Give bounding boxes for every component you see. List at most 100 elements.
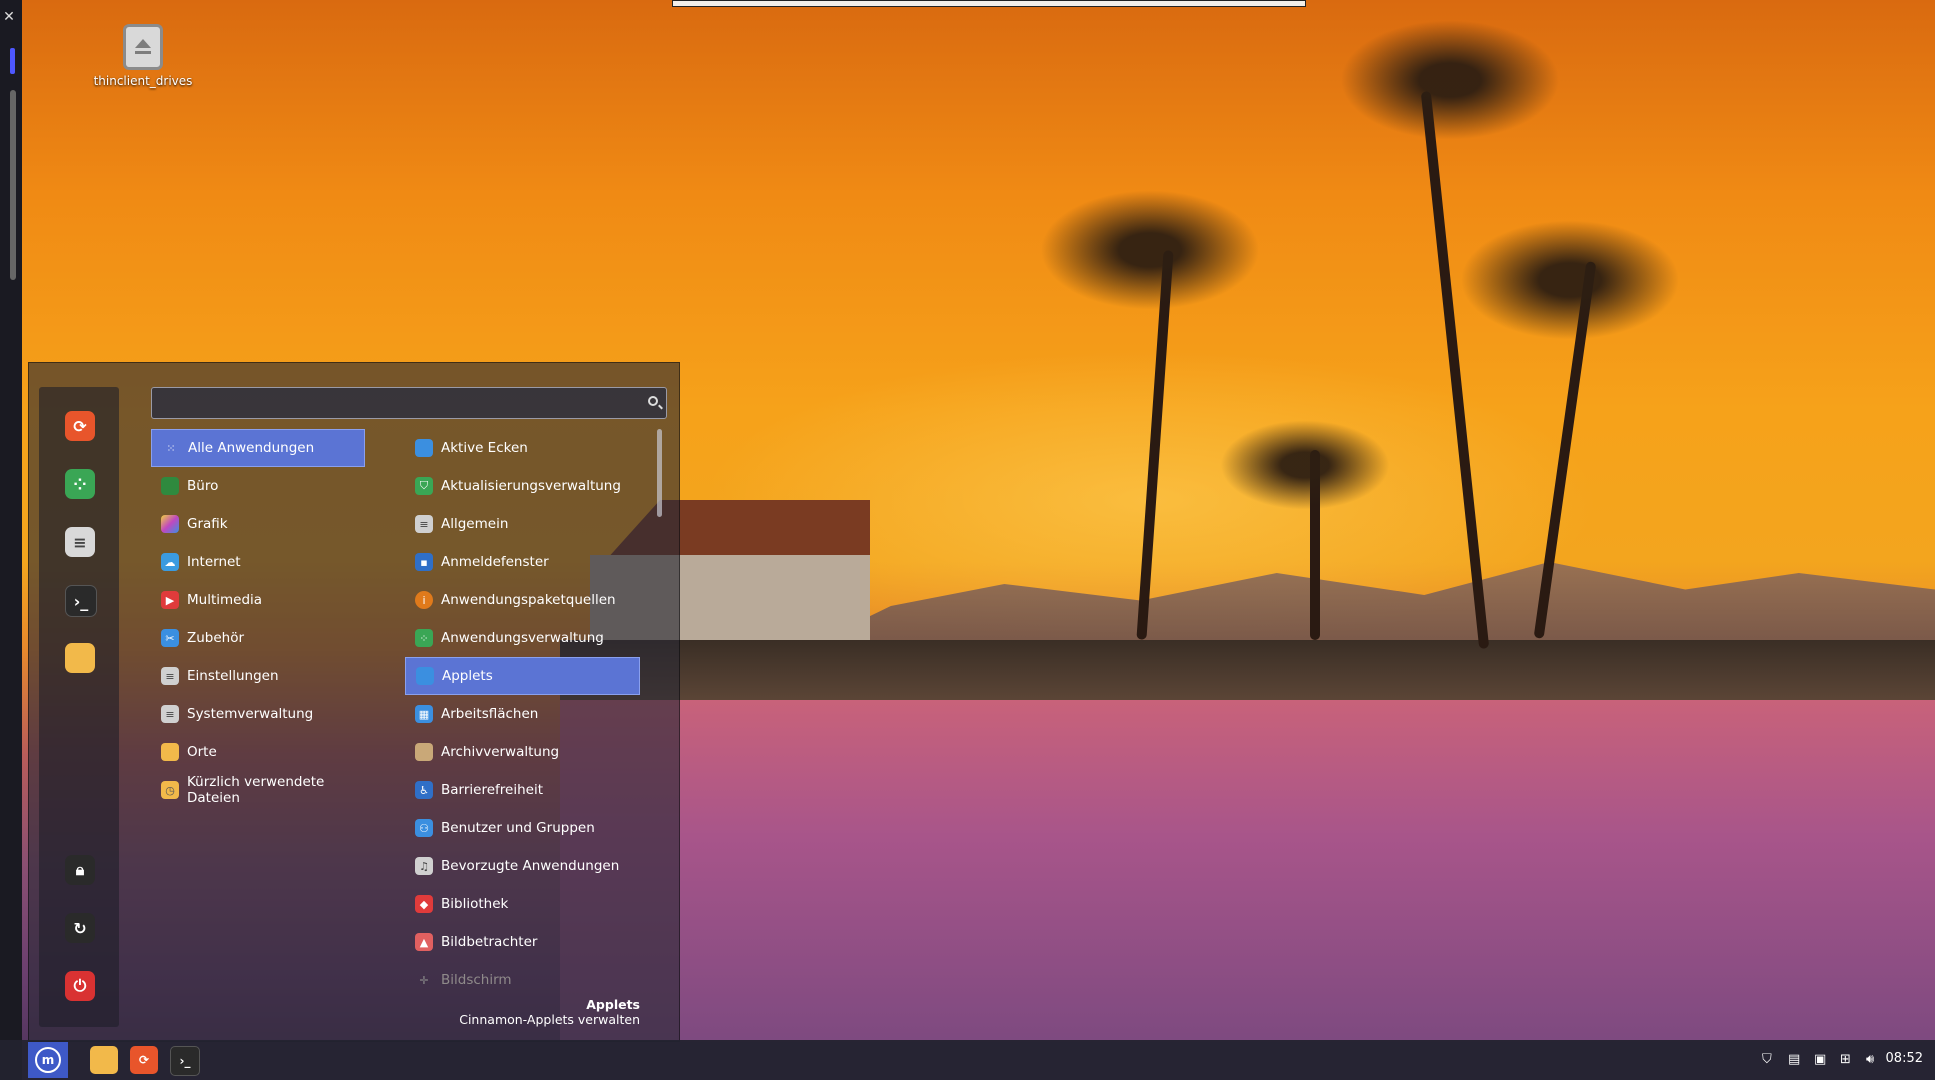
menu-button[interactable]: m xyxy=(28,1042,68,1078)
app-label: Applets xyxy=(442,668,493,684)
grid-icon: ⁙ xyxy=(166,441,176,455)
system-icon: ≡ xyxy=(161,705,179,723)
archive-icon xyxy=(415,743,433,761)
category-label: Zubehör xyxy=(187,630,245,646)
app-label: Anmeldefenster xyxy=(441,554,549,570)
category-internet[interactable]: ☁ Internet xyxy=(151,543,365,581)
app-item[interactable]: ♿︎ Barrierefreiheit xyxy=(405,771,640,809)
category-accessories[interactable]: ✂ Zubehör xyxy=(151,619,365,657)
logout-icon[interactable]: ↻ xyxy=(65,913,95,943)
lock-icon[interactable]: 🔒︎ xyxy=(65,855,95,885)
app-item[interactable]: ♫ Bevorzugte Anwendungen xyxy=(405,847,640,885)
desktop-icon-thinclient-drives[interactable]: thinclient_drives xyxy=(88,24,198,88)
category-label: Grafik xyxy=(187,516,228,532)
app-label: Bildbetrachter xyxy=(441,934,538,950)
app-label: Allgemein xyxy=(441,516,509,532)
clock[interactable]: 08:52 xyxy=(1886,1051,1923,1066)
scissors-icon: ✂ xyxy=(161,629,179,647)
mint-logo-icon: m xyxy=(35,1047,61,1073)
category-multimedia[interactable]: ▶ Multimedia xyxy=(151,581,365,619)
files-icon[interactable] xyxy=(65,643,95,673)
app-item[interactable]: Archivverwaltung xyxy=(405,733,640,771)
category-label: Alle Anwendungen xyxy=(188,440,315,456)
category-label: Kürzlich verwendete Dateien xyxy=(187,774,325,806)
description-title: Applets xyxy=(586,997,640,1012)
category-administration[interactable]: ≡ Systemverwaltung xyxy=(151,695,365,733)
app-label: Arbeitsflächen xyxy=(441,706,539,722)
app-item[interactable]: ▲ Bildbetrachter xyxy=(405,923,640,961)
login-window-icon: ▪ xyxy=(415,553,433,571)
category-settings[interactable]: ≡ Einstellungen xyxy=(151,657,365,695)
software-manager-icon[interactable]: ⁘ xyxy=(65,469,95,499)
application-list: Aktive Ecken ⛉ Aktualisierungsverwaltung … xyxy=(405,429,640,989)
printer-icon[interactable]: ▤ xyxy=(1788,1052,1800,1068)
shield-icon: ⛉ xyxy=(415,477,433,495)
workspaces-icon: ▦ xyxy=(415,705,433,723)
network-icon[interactable]: ⊞ xyxy=(1840,1052,1851,1068)
display-icon: ✛ xyxy=(419,973,429,987)
app-label: Bibliothek xyxy=(441,896,509,912)
app-label: Aktive Ecken xyxy=(441,440,528,456)
app-item[interactable]: ⛉ Aktualisierungsverwaltung xyxy=(405,467,640,505)
app-item[interactable]: ⁘ Anwendungsverwaltung xyxy=(405,619,640,657)
image-viewer-icon: ▲ xyxy=(415,933,433,951)
category-label: Internet xyxy=(187,554,241,570)
active-indicator xyxy=(10,48,15,74)
power-icon[interactable]: ⏻ xyxy=(65,971,95,1001)
side-panel: ✕ xyxy=(0,0,22,1080)
hot-corner-icon xyxy=(415,439,433,457)
software-manager-icon: ⁘ xyxy=(415,629,433,647)
firefox-icon[interactable]: ⟳ xyxy=(130,1046,158,1074)
category-label: Büro xyxy=(187,478,219,494)
app-list-scrollbar[interactable] xyxy=(657,429,662,517)
category-recent-files[interactable]: ◷ Kürzlich verwendete Dateien xyxy=(151,771,365,809)
app-description: Applets Cinnamon-Applets verwalten xyxy=(405,997,640,1027)
favorites-bar: ⟳ ⁘ ≡ ›_ 🔒︎ ↻ ⏻ xyxy=(39,387,119,1027)
app-item[interactable]: ▦ Arbeitsflächen xyxy=(405,695,640,733)
app-item-selected[interactable]: Applets xyxy=(405,657,640,695)
app-item[interactable]: ◆ Bibliothek xyxy=(405,885,640,923)
recent-folder-icon: ◷ xyxy=(161,781,179,799)
palm-crown xyxy=(1460,220,1680,340)
volume-icon[interactable]: 🔊︎ xyxy=(1866,1052,1874,1068)
application-menu: ⟳ ⁘ ≡ ›_ 🔒︎ ↻ ⏻ ⁙ Alle Anwendungen Büro G… xyxy=(28,362,680,1042)
clipboard-icon[interactable]: ▣ xyxy=(1814,1052,1826,1068)
app-item[interactable]: ▪ Anmeldefenster xyxy=(405,543,640,581)
app-label: Benutzer und Gruppen xyxy=(441,820,595,836)
category-office[interactable]: Büro xyxy=(151,467,365,505)
app-label: Bevorzugte Anwendungen xyxy=(441,858,620,874)
app-label: Anwendungspaketquellen xyxy=(441,592,616,608)
category-graphics[interactable]: Grafik xyxy=(151,505,365,543)
users-icon: ⚇ xyxy=(415,819,433,837)
library-icon: ◆ xyxy=(415,895,433,913)
search-input[interactable] xyxy=(158,392,632,416)
close-icon[interactable]: ✕ xyxy=(2,10,16,24)
scrollbar[interactable] xyxy=(10,90,16,280)
app-label: Aktualisierungsverwaltung xyxy=(441,478,621,494)
terminal-icon[interactable]: ›_ xyxy=(170,1046,200,1076)
preferred-apps-icon: ♫ xyxy=(415,857,433,875)
app-item[interactable]: ⚇ Benutzer und Gruppen xyxy=(405,809,640,847)
app-item[interactable]: ≡ Allgemein xyxy=(405,505,640,543)
app-item[interactable]: i Anwendungspaketquellen xyxy=(405,581,640,619)
files-icon[interactable] xyxy=(90,1046,118,1074)
app-item[interactable]: ✛ Bildschirm xyxy=(405,961,640,989)
cloud-icon: ☁ xyxy=(161,553,179,571)
shield-update-icon[interactable]: ⛉ xyxy=(1762,1052,1772,1068)
general-icon: ≡ xyxy=(415,515,433,533)
category-list: ⁙ Alle Anwendungen Büro Grafik ☁ Internet … xyxy=(151,429,365,809)
firefox-icon[interactable]: ⟳ xyxy=(65,411,95,441)
app-label: Archivverwaltung xyxy=(441,744,560,760)
drive-icon xyxy=(123,24,163,70)
settings-icon[interactable]: ≡ xyxy=(65,527,95,557)
search-icon xyxy=(648,396,658,406)
window-edge-bar xyxy=(672,0,1306,7)
category-places[interactable]: Orte xyxy=(151,733,365,771)
category-all-apps[interactable]: ⁙ Alle Anwendungen xyxy=(151,429,365,467)
lake xyxy=(560,700,1935,1040)
terminal-icon[interactable]: ›_ xyxy=(65,585,97,617)
play-icon: ▶ xyxy=(161,591,179,609)
app-item[interactable]: Aktive Ecken xyxy=(405,429,640,467)
search-box[interactable] xyxy=(151,387,667,419)
palm-crown xyxy=(1220,420,1390,510)
